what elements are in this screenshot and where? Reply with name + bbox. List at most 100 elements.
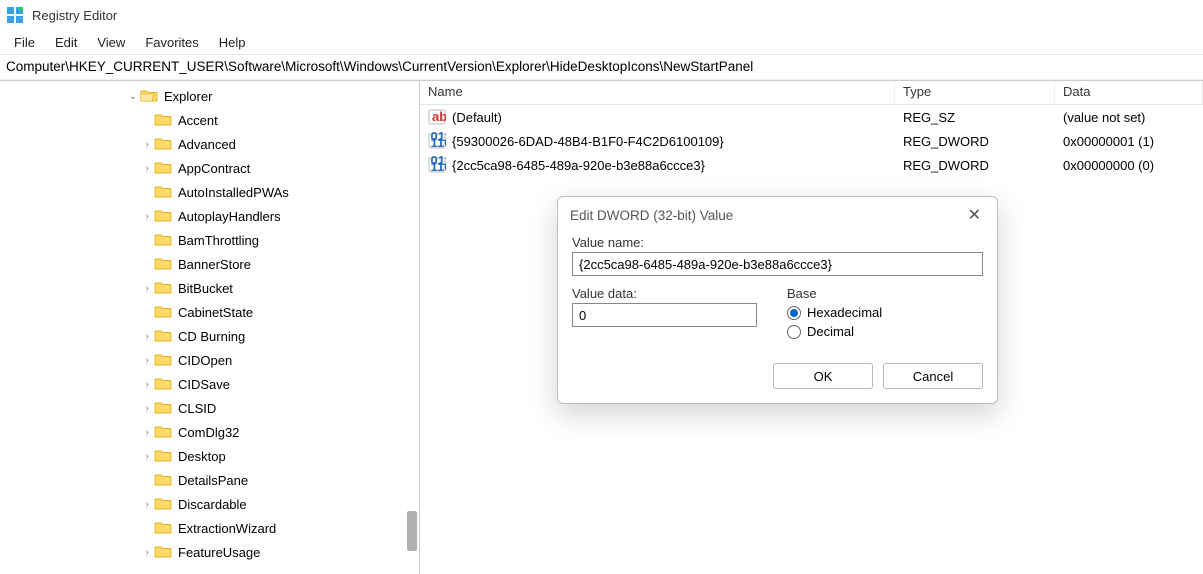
dword-value-icon: 011110 bbox=[428, 132, 446, 150]
radio-decimal[interactable] bbox=[787, 325, 801, 339]
tree-item[interactable]: ›ComDlg32 bbox=[0, 420, 419, 444]
tree-label: Desktop bbox=[176, 449, 226, 464]
menu-bar: File Edit View Favorites Help bbox=[0, 30, 1203, 54]
tree-item[interactable]: › AutoplayHandlers bbox=[0, 204, 419, 228]
tree-label: BamThrottling bbox=[176, 233, 259, 248]
menu-favorites[interactable]: Favorites bbox=[135, 33, 208, 52]
address-bar[interactable]: Computer\HKEY_CURRENT_USER\Software\Micr… bbox=[0, 54, 1203, 80]
tree-item[interactable]: ›CD Burning bbox=[0, 324, 419, 348]
folder-icon bbox=[154, 425, 172, 439]
tree-item[interactable]: › AppContract bbox=[0, 156, 419, 180]
expander-icon[interactable]: › bbox=[140, 163, 154, 174]
dialog-title: Edit DWORD (32-bit) Value bbox=[570, 208, 733, 223]
dword-value-icon: 011110 bbox=[428, 156, 446, 174]
tree-item[interactable]: AutoInstalledPWAs bbox=[0, 180, 419, 204]
value-name-input[interactable] bbox=[572, 252, 983, 276]
registry-path: Computer\HKEY_CURRENT_USER\Software\Micr… bbox=[6, 59, 753, 74]
expander-icon[interactable]: › bbox=[140, 139, 154, 150]
menu-help[interactable]: Help bbox=[209, 33, 256, 52]
radio-hex-row[interactable]: Hexadecimal bbox=[787, 305, 882, 320]
menu-edit[interactable]: Edit bbox=[45, 33, 87, 52]
folder-icon bbox=[154, 281, 172, 295]
menu-file[interactable]: File bbox=[4, 33, 45, 52]
tree-item[interactable]: ⌄Explorer bbox=[0, 84, 419, 108]
menu-view[interactable]: View bbox=[87, 33, 135, 52]
folder-icon bbox=[154, 113, 172, 127]
column-name[interactable]: Name bbox=[420, 81, 895, 104]
tree-label: BitBucket bbox=[176, 281, 233, 296]
tree-panel: ⌄ExplorerAccent›Advanced›AppContractAuto… bbox=[0, 81, 420, 574]
expander-icon[interactable]: › bbox=[140, 499, 154, 510]
tree-label: BannerStore bbox=[176, 257, 251, 272]
tree-item[interactable]: BamThrottling bbox=[0, 228, 419, 252]
expander-icon[interactable]: › bbox=[140, 451, 154, 462]
tree-item[interactable]: BannerStore bbox=[0, 252, 419, 276]
tree-item[interactable]: › Desktop bbox=[0, 444, 419, 468]
folder-icon bbox=[154, 257, 172, 271]
list-row[interactable]: ab(Default)REG_SZ(value not set) bbox=[420, 105, 1203, 129]
svg-text:ab: ab bbox=[432, 109, 446, 124]
folder-icon bbox=[154, 137, 172, 151]
folder-icon bbox=[154, 209, 172, 223]
value-data: 0x00000000 (0) bbox=[1063, 158, 1154, 173]
value-data-label: Value data: bbox=[572, 286, 757, 301]
radio-hex-label: Hexadecimal bbox=[807, 305, 882, 320]
radio-dec-row[interactable]: Decimal bbox=[787, 324, 882, 339]
expander-icon[interactable]: › bbox=[140, 331, 154, 342]
value-data-input[interactable] bbox=[572, 303, 757, 327]
tree-label: CabinetState bbox=[176, 305, 253, 320]
value-data: (value not set) bbox=[1063, 110, 1145, 125]
tree-item[interactable]: › CIDOpen bbox=[0, 348, 419, 372]
list-row[interactable]: 011110{2cc5ca98-6485-489a-920e-b3e88a6cc… bbox=[420, 153, 1203, 177]
tree-item[interactable]: ›Advanced bbox=[0, 132, 419, 156]
tree-item[interactable]: ›CIDSave bbox=[0, 372, 419, 396]
column-type[interactable]: Type bbox=[895, 81, 1055, 104]
dialog-buttons: OK Cancel bbox=[558, 355, 997, 403]
tree-item[interactable]: DetailsPane bbox=[0, 468, 419, 492]
column-data[interactable]: Data bbox=[1055, 81, 1203, 104]
expander-icon[interactable]: › bbox=[140, 403, 154, 414]
expander-icon[interactable]: › bbox=[140, 379, 154, 390]
tree-item[interactable]: › BitBucket bbox=[0, 276, 419, 300]
tree-label: AutoInstalledPWAs bbox=[176, 185, 289, 200]
expander-icon[interactable]: › bbox=[140, 547, 154, 558]
registry-tree[interactable]: ⌄ExplorerAccent›Advanced›AppContractAuto… bbox=[0, 81, 419, 564]
tree-label: AutoplayHandlers bbox=[176, 209, 281, 224]
expander-icon[interactable]: › bbox=[140, 355, 154, 366]
tree-scrollbar[interactable] bbox=[405, 81, 419, 574]
scrollbar-thumb[interactable] bbox=[407, 511, 417, 551]
expander-icon[interactable]: › bbox=[140, 211, 154, 222]
folder-icon bbox=[154, 545, 172, 559]
tree-item[interactable]: ›FeatureUsage bbox=[0, 540, 419, 564]
tree-label: ExtractionWizard bbox=[176, 521, 276, 536]
tree-item[interactable]: ExtractionWizard bbox=[0, 516, 419, 540]
base-label: Base bbox=[787, 286, 882, 301]
window-title: Registry Editor bbox=[32, 8, 117, 23]
folder-icon bbox=[154, 377, 172, 391]
ok-button[interactable]: OK bbox=[773, 363, 873, 389]
expander-icon[interactable]: › bbox=[140, 283, 154, 294]
tree-item[interactable]: ›CLSID bbox=[0, 396, 419, 420]
svg-text:110: 110 bbox=[431, 135, 447, 150]
folder-icon bbox=[154, 185, 172, 199]
folder-icon bbox=[154, 233, 172, 247]
folder-icon bbox=[154, 497, 172, 511]
tree-item[interactable]: ›Discardable bbox=[0, 492, 419, 516]
tree-label: AppContract bbox=[176, 161, 250, 176]
close-icon[interactable]: ✕ bbox=[964, 205, 985, 225]
expander-icon[interactable]: ⌄ bbox=[126, 91, 140, 102]
tree-label: CIDOpen bbox=[176, 353, 232, 368]
radio-hexadecimal[interactable] bbox=[787, 306, 801, 320]
tree-item[interactable]: Accent bbox=[0, 108, 419, 132]
title-bar: Registry Editor bbox=[0, 0, 1203, 30]
value-data: 0x00000001 (1) bbox=[1063, 134, 1154, 149]
value-name: {59300026-6DAD-48B4-B1F0-F4C2D6100109} bbox=[452, 134, 724, 149]
folder-icon bbox=[154, 305, 172, 319]
list-row[interactable]: 011110 {59300026-6DAD-48B4-B1F0-F4C2D6100… bbox=[420, 129, 1203, 153]
cancel-button[interactable]: Cancel bbox=[883, 363, 983, 389]
app-icon bbox=[6, 6, 24, 24]
value-name-label: Value name: bbox=[572, 235, 983, 250]
expander-icon[interactable]: › bbox=[140, 427, 154, 438]
tree-item[interactable]: CabinetState bbox=[0, 300, 419, 324]
folder-icon bbox=[154, 353, 172, 367]
